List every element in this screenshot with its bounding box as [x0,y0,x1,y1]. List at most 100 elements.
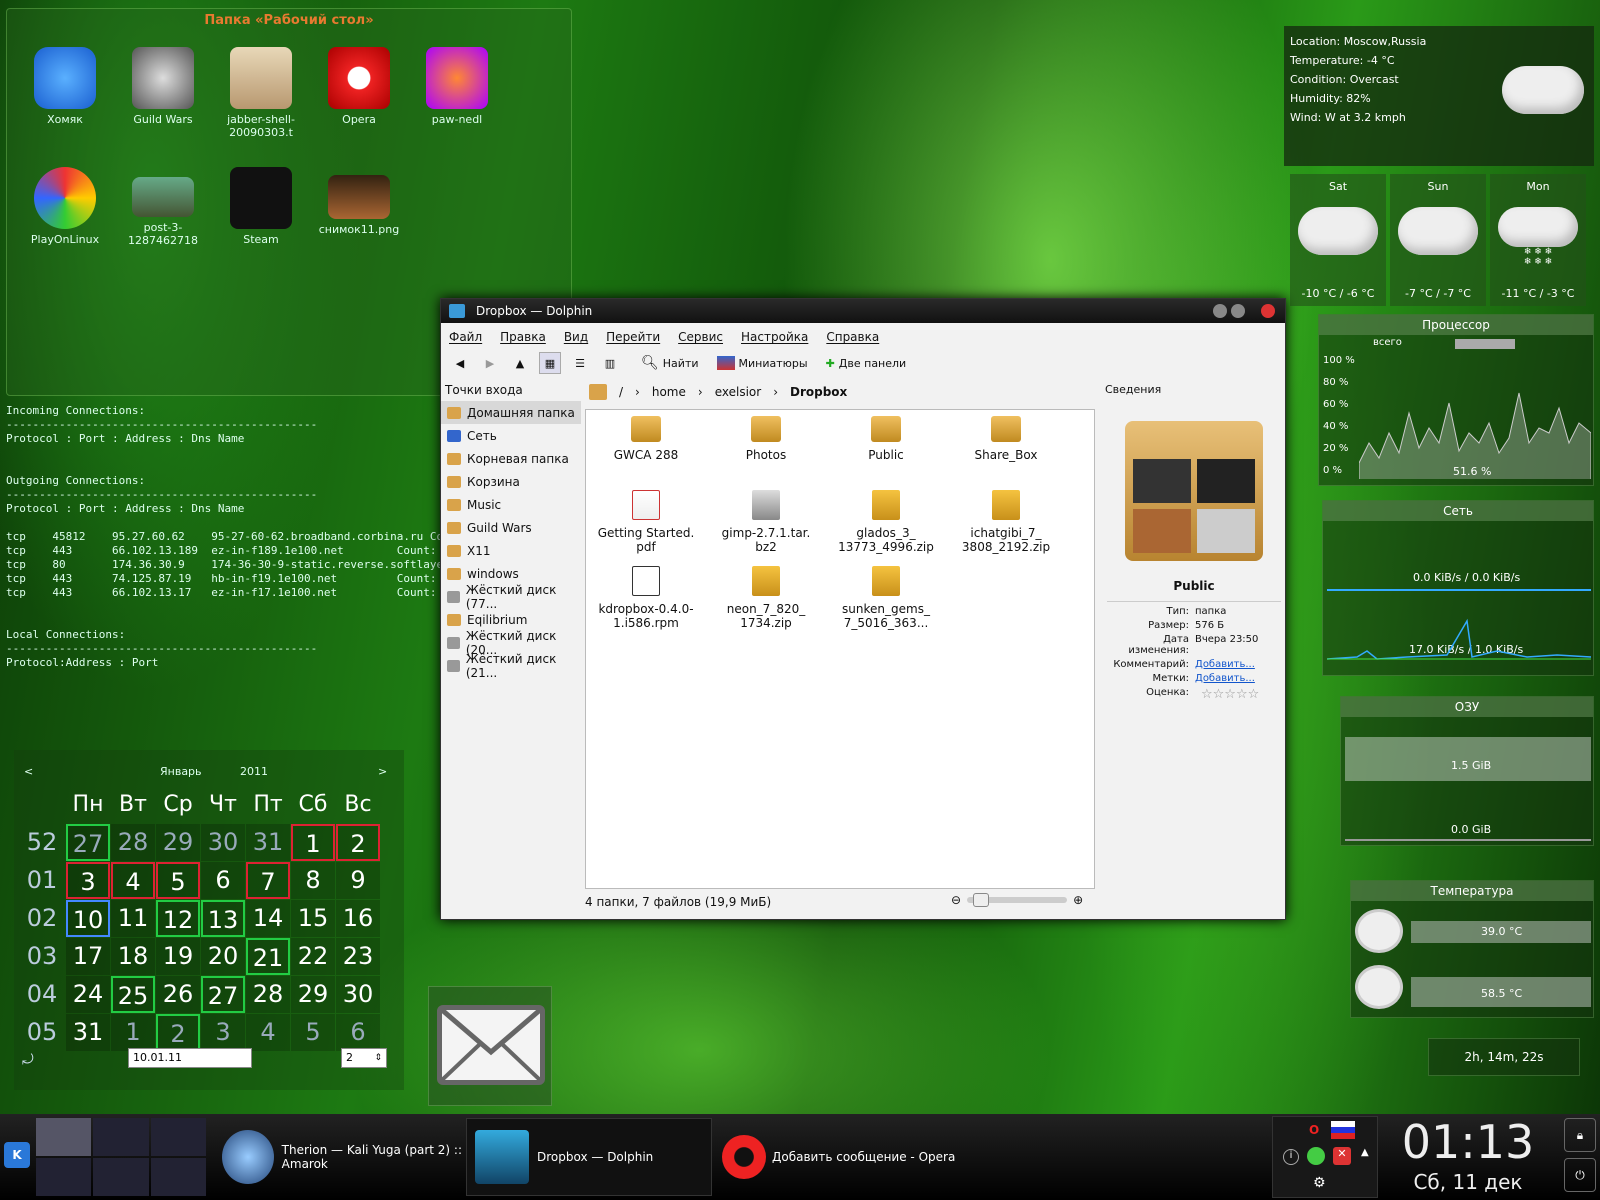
details-view-button[interactable]: ☰ [569,352,591,374]
calendar-month[interactable]: Январь [160,765,202,778]
calendar-day[interactable]: 6 [201,862,245,899]
lock-screen-button[interactable]: 🔒︎ [1564,1118,1596,1152]
calendar-day[interactable]: 13 [201,900,245,937]
calendar-day[interactable]: 14 [246,900,290,937]
file-item[interactable]: kdropbox-0.4.0- 1.i586.rpm [586,562,706,630]
minimize-button[interactable] [1213,304,1227,318]
mail-widget[interactable] [428,986,552,1106]
desktop-icon-playonlinux[interactable]: PlayOnLinux [17,167,113,246]
file-item[interactable]: ichatgibi_7_ 3808_2192.zip [946,486,1066,554]
place-item[interactable]: Сеть [441,424,581,447]
calendar-day[interactable]: 24 [66,976,110,1013]
calendar-day[interactable]: 31 [66,1014,110,1051]
breadcrumb-item[interactable]: exelsior [715,385,761,399]
calendar-day[interactable]: 27 [201,976,245,1013]
calendar-prev-button[interactable]: < [24,765,33,778]
calendar-day[interactable]: 31 [246,824,290,861]
task-opera[interactable]: Добавить сообщение - Opera [722,1118,1022,1196]
calendar-day[interactable]: 25 [111,976,155,1013]
window-titlebar[interactable]: Dropbox — Dolphin [441,299,1285,323]
expand-tray-icon[interactable]: ▲ [1361,1147,1369,1158]
calendar-day[interactable]: 7 [246,862,290,899]
logout-button[interactable]: ⏻ [1564,1158,1596,1192]
calendar-day[interactable]: 23 [336,938,380,975]
menu-item[interactable]: Перейти [606,330,660,344]
place-item[interactable]: Жёсткий диск (77... [441,583,581,611]
forward-button[interactable]: ▶ [479,352,501,374]
calendar-day[interactable]: 15 [291,900,335,937]
file-item[interactable]: Getting Started. pdf [586,486,706,554]
info-icon[interactable]: i [1283,1149,1299,1165]
icons-view-button[interactable]: ▦ [539,352,561,374]
menu-item[interactable]: Файл [449,330,482,344]
file-item[interactable]: Share_Box [946,410,1066,462]
add-link[interactable]: Добавить... [1195,659,1255,670]
calendar-day[interactable]: 9 [336,862,380,899]
menu-item[interactable]: Вид [564,330,588,344]
pager-desktop[interactable] [93,1158,149,1196]
error-tray-icon[interactable]: ✕ [1333,1147,1351,1165]
calendar-day[interactable]: 22 [291,938,335,975]
desktop-icon-steam[interactable]: Steam [213,167,309,246]
calendar-day[interactable]: 8 [291,862,335,899]
file-item[interactable]: gimp-2.7.1.tar. bz2 [706,486,826,554]
calendar-day[interactable]: 21 [246,938,290,975]
file-item[interactable]: Photos [706,410,826,462]
calendar-day[interactable]: 3 [66,862,110,899]
file-view[interactable]: GWCA 288 Photos Public Share_Box Getting Sta… [585,409,1095,889]
desktop-icon-pawnedl[interactable]: paw-nedl [409,47,505,126]
calendar-day[interactable]: 16 [336,900,380,937]
calendar-day[interactable]: 11 [111,900,155,937]
calendar-date-input[interactable]: 10.01.11 [128,1048,252,1068]
opera-tray-icon[interactable]: O [1309,1123,1319,1137]
pager-desktop[interactable] [93,1118,149,1156]
calendar-day[interactable]: 6 [336,1014,380,1051]
breadcrumb-item[interactable]: home [652,385,686,399]
desktop-icon-guildwars[interactable]: Guild Wars [115,47,211,126]
calendar-day[interactable]: 17 [66,938,110,975]
calendar-jump-icon[interactable]: ⤾ [22,1052,34,1068]
calendar-day[interactable]: 20 [201,938,245,975]
network-tray-icon[interactable] [1307,1147,1325,1165]
place-item[interactable]: Корзина [441,470,581,493]
columns-view-button[interactable]: ▥ [599,352,621,374]
back-button[interactable]: ◀ [449,352,471,374]
calendar-day[interactable]: 27 [66,824,110,861]
place-item[interactable]: Guild Wars [441,516,581,539]
calendar-day[interactable]: 30 [336,976,380,1013]
calendar-day[interactable]: 12 [156,900,200,937]
calendar-day[interactable]: 18 [111,938,155,975]
calendar-next-button[interactable]: > [378,765,387,778]
calendar-day[interactable]: 28 [246,976,290,1013]
russian-flag-icon[interactable] [1331,1121,1355,1139]
zoom-handle[interactable] [973,893,990,907]
place-item[interactable]: X11 [441,539,581,562]
breadcrumb-item[interactable]: / [619,385,623,399]
calendar-day[interactable]: 4 [111,862,155,899]
calendar-year[interactable]: 2011 [240,765,268,778]
calendar-day[interactable]: 10 [66,900,110,937]
place-item[interactable]: Корневая папка [441,447,581,470]
calendar-day[interactable]: 29 [291,976,335,1013]
pager[interactable] [36,1118,206,1196]
rating-stars-icon[interactable]: ☆☆☆☆☆ [1201,687,1259,702]
home-icon[interactable] [589,384,607,400]
place-item[interactable]: Жёсткий диск (21... [441,652,581,680]
calendar-week-spinbox[interactable]: 2 ⇕ [341,1048,387,1068]
pager-desktop[interactable] [150,1118,206,1156]
dolphin-window[interactable]: Dropbox — Dolphin Файл Правка Вид Перейти Се… [440,298,1286,920]
split-button[interactable]: ✚ Две панели [826,357,907,370]
find-button[interactable]: 🔍︎ Найти [641,355,699,371]
thumbnails-button[interactable]: Миниатюры [716,356,808,370]
pager-desktop[interactable] [36,1118,92,1156]
pager-desktop[interactable] [150,1158,206,1196]
calendar-day[interactable]: 3 [201,1014,245,1051]
calendar-day[interactable]: 5 [291,1014,335,1051]
file-item[interactable]: Public [826,410,946,462]
file-item[interactable]: neon_7_820_ 1734.zip [706,562,826,630]
breadcrumb-item[interactable]: Dropbox [790,385,847,399]
file-item[interactable]: GWCA 288 [586,410,706,462]
desktop-icon-jabber[interactable]: jabber-shell-20090303.t [213,47,309,139]
zoom-track[interactable] [967,893,1068,907]
kde-menu-icon[interactable]: K [4,1142,30,1168]
